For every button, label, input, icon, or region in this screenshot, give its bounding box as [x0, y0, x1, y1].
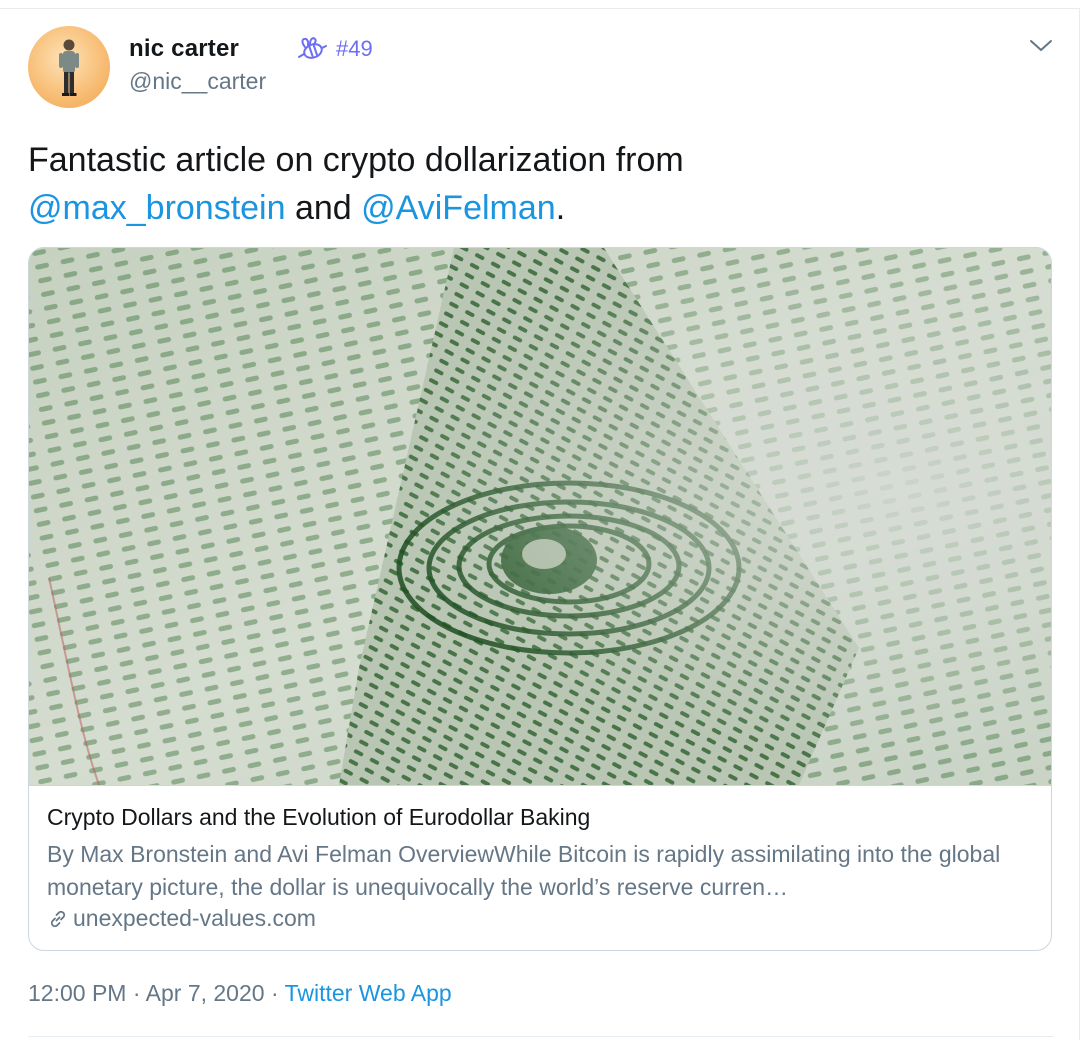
bee-icon [298, 37, 327, 59]
bottom-divider [28, 1036, 1054, 1037]
tweet-text-and: and [294, 189, 352, 227]
tweet-meta: 12:00 PM · Apr 7, 2020 · Twitter Web App [28, 980, 452, 1007]
tweet: nic carter #49 @nic__carter Fantastic ar… [0, 0, 1088, 1040]
card-divider [29, 785, 1051, 786]
tweet-date[interactable]: Apr 7, 2020 [146, 980, 265, 1006]
mention-max-bronstein[interactable]: @max_bronstein [28, 189, 286, 227]
right-divider [1079, 8, 1080, 1040]
card-title: Crypto Dollars and the Evolution of Euro… [47, 804, 591, 830]
avatar-figure-icon [59, 39, 79, 96]
author-handle[interactable]: @nic__carter [129, 68, 266, 95]
avatar[interactable] [28, 26, 110, 108]
link-icon [50, 910, 66, 927]
badge-text: #49 [336, 36, 373, 61]
badge[interactable]: #49 [296, 35, 373, 63]
meta-separator-2: · [270, 980, 279, 1006]
chevron-down-icon[interactable] [1027, 34, 1055, 58]
source-app-link[interactable]: Twitter Web App [285, 980, 452, 1006]
tweet-text: Fantastic article on crypto dollarizatio… [28, 136, 1048, 232]
top-divider [0, 8, 1080, 9]
card-domain-text: unexpected-values.com [73, 905, 316, 931]
meta-separator: · [132, 980, 141, 1006]
dollar-bill-eye-image [29, 248, 1051, 785]
link-card[interactable]: Crypto Dollars and the Evolution of Euro… [28, 247, 1052, 951]
card-description: By Max Bronstein and Avi Felman Overview… [47, 841, 1001, 900]
card-domain: unexpected-values.com [47, 905, 316, 932]
author-name[interactable]: nic carter [129, 35, 239, 63]
tweet-text-intro: Fantastic article on crypto dollarizatio… [28, 141, 684, 179]
mention-avi-felman[interactable]: @AviFelman [361, 189, 556, 227]
tweet-text-end: . [555, 189, 566, 227]
tweet-time[interactable]: 12:00 PM [28, 980, 126, 1006]
